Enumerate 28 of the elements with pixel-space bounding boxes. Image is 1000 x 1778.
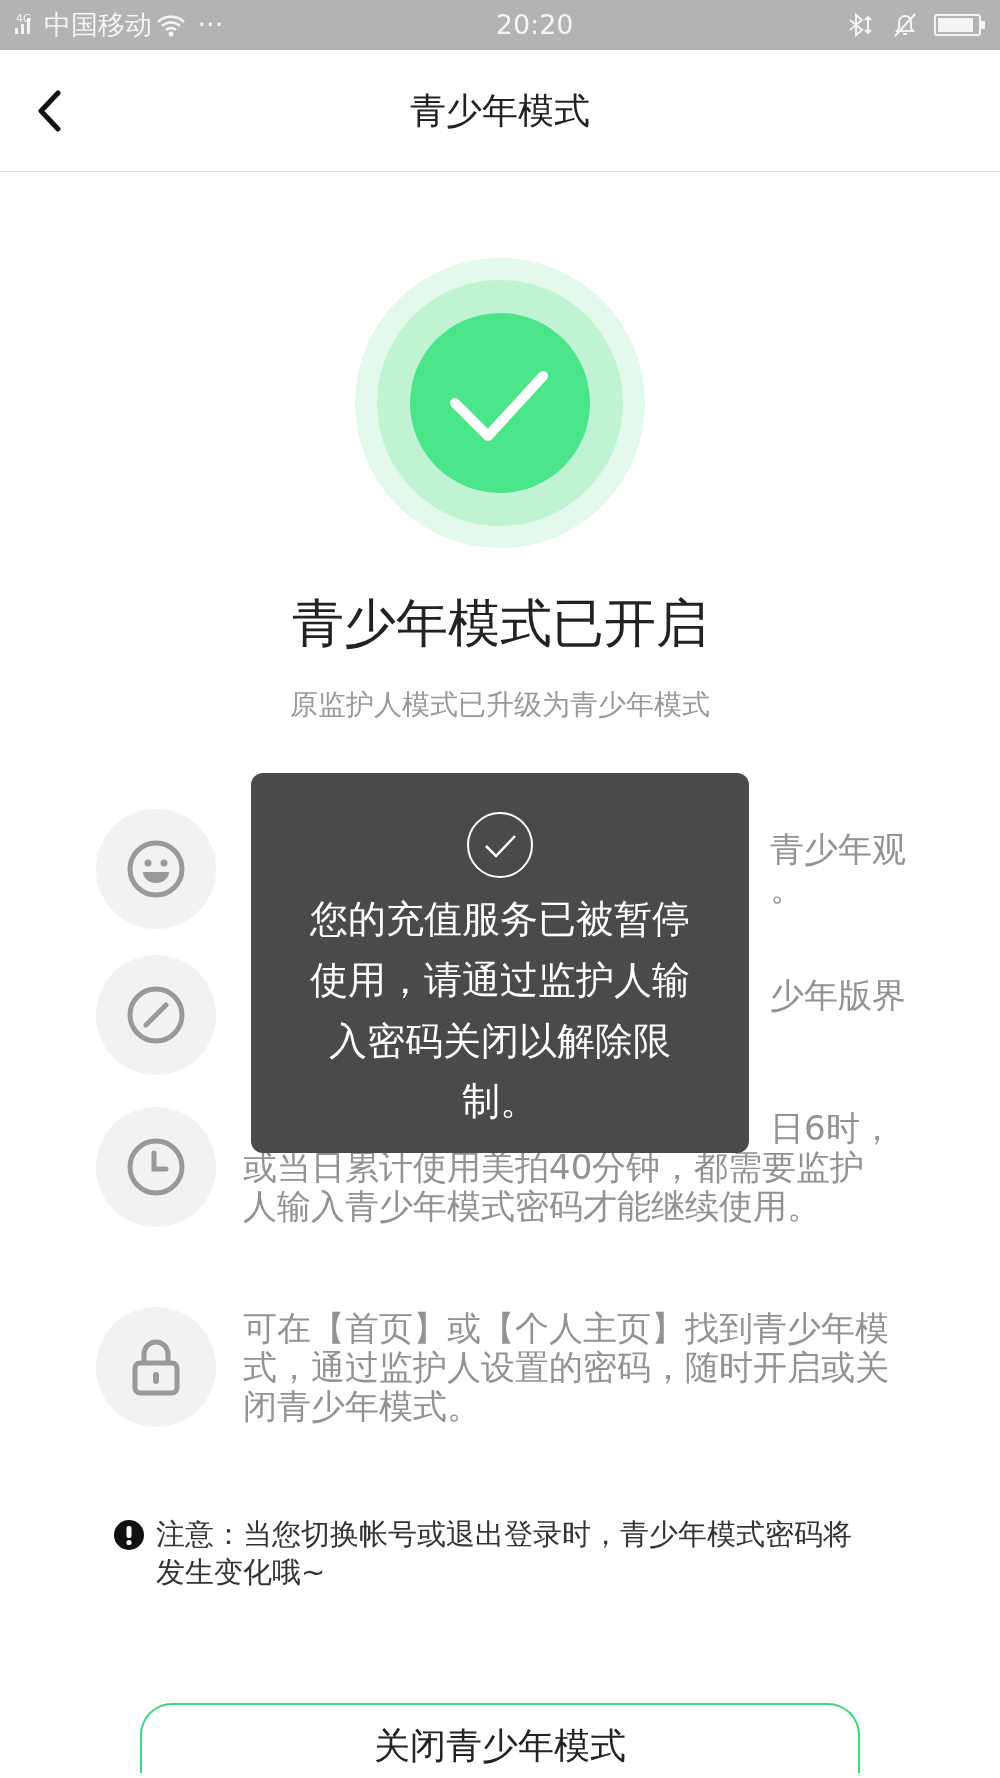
back-icon[interactable] xyxy=(36,90,62,132)
feature-text: 少年版界 xyxy=(770,976,906,1015)
more-indicator: ··· xyxy=(197,7,224,42)
feature-text: 人输入青少年模式密码才能继续使用。 xyxy=(243,1186,821,1226)
status-heading: 青少年模式已开启 xyxy=(292,592,708,655)
warning-icon xyxy=(114,1520,144,1550)
feature-text: 可在【首页】或【个人主页】找到青少年模 xyxy=(243,1308,889,1348)
note-text: 注意：当您切换帐号或退出登录时，青少年模式密码将发生变化哦~ xyxy=(156,1516,853,1591)
carrier-name: 中国移动 xyxy=(43,7,152,42)
feature-text: 闭青少年模式。 xyxy=(243,1386,481,1426)
smiley-icon xyxy=(126,839,186,899)
prohibited-icon xyxy=(126,985,186,1045)
check-icon xyxy=(466,811,534,879)
success-check-icon xyxy=(355,258,645,548)
muted-bell-icon xyxy=(892,12,918,38)
clock-icon xyxy=(126,1137,186,1197)
battery-icon xyxy=(934,13,986,37)
feature-text: 青少年观 xyxy=(770,830,906,869)
close-mode-button[interactable]: 关闭青少年模式 xyxy=(140,1703,860,1774)
feature-text: 式，通过监护人设置的密码，随时开启或关 xyxy=(243,1347,889,1387)
page-title: 青少年模式 xyxy=(410,88,590,133)
lock-icon xyxy=(131,1338,181,1396)
wifi-icon xyxy=(155,13,186,37)
feature-text: 日6时， xyxy=(770,1108,894,1148)
clock-time: 20:20 xyxy=(494,7,575,42)
status-subtitle: 原监护人模式已升级为青少年模式 xyxy=(290,687,710,723)
toast-text: 您的充值服务已被暂停使用，请通过监护人输入密码关闭以解除限制。 xyxy=(309,896,691,1126)
feature-text: 。 xyxy=(770,869,804,908)
